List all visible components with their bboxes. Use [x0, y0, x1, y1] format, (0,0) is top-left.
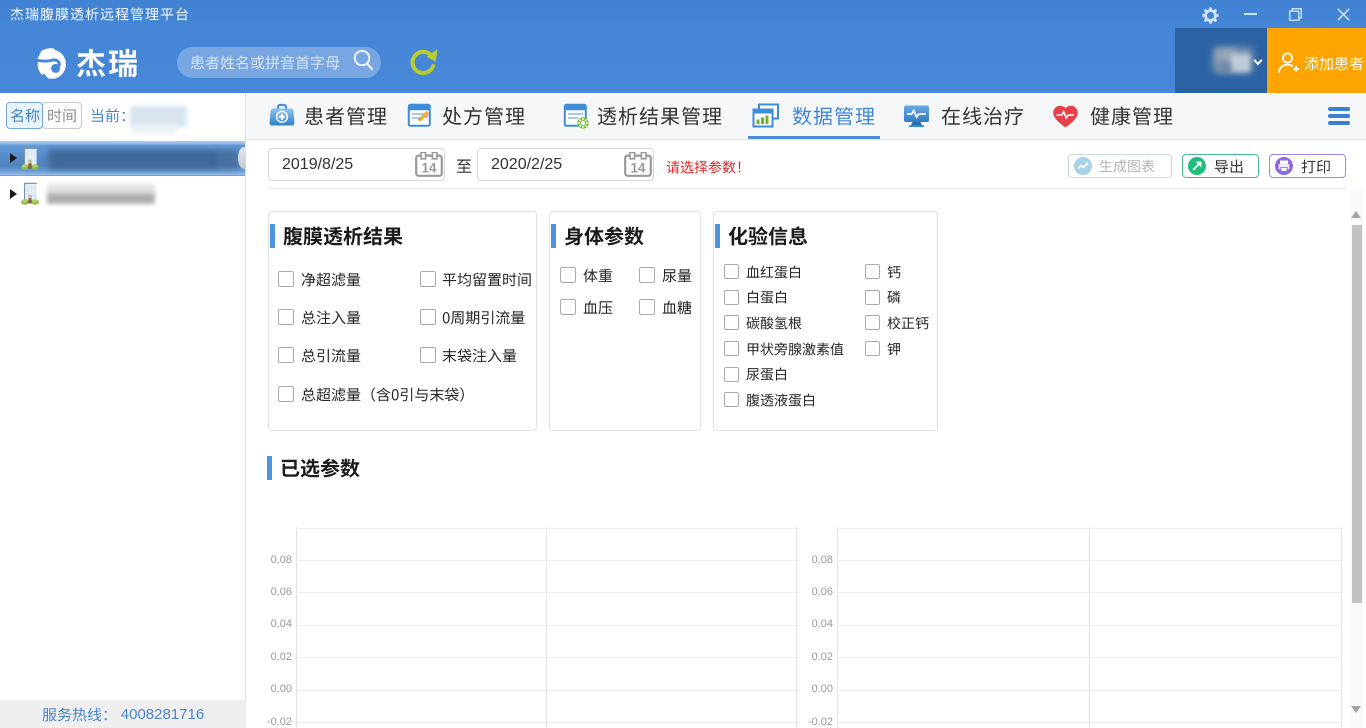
- svg-text:14: 14: [630, 161, 646, 176]
- svg-text:14: 14: [421, 161, 437, 176]
